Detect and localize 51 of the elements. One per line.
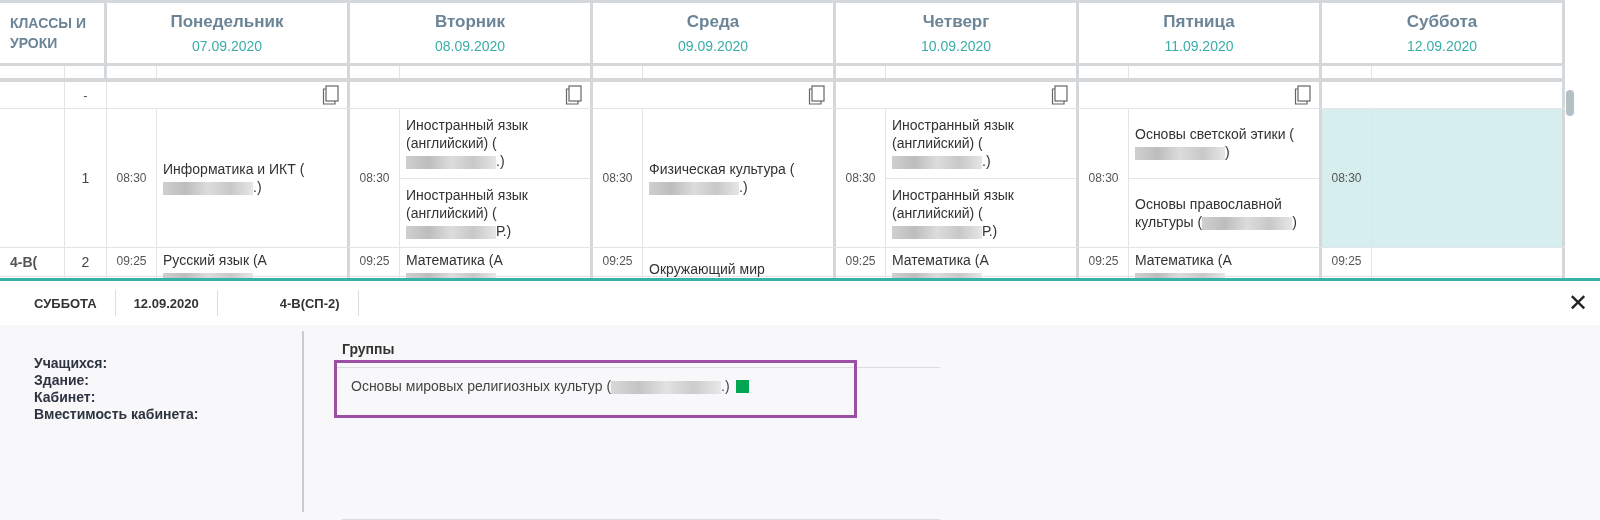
copy-icon[interactable] bbox=[1050, 85, 1068, 105]
day-name: Четверг bbox=[922, 12, 990, 32]
day-date: 09.09.2020 bbox=[677, 38, 749, 54]
day-name: Вторник bbox=[434, 12, 506, 32]
copy-icon[interactable] bbox=[807, 85, 825, 105]
lesson-number: 2 bbox=[81, 254, 90, 270]
lesson-number: - bbox=[65, 82, 107, 108]
field-label: Учащихся: bbox=[34, 355, 109, 372]
lesson-entry: Иностранный язык (английский) ( Р.) bbox=[892, 185, 1015, 240]
lesson-entry: Окружающий мир bbox=[649, 260, 765, 278]
lesson-entry: Математика (А bbox=[406, 251, 584, 278]
time-cell: 08:30 bbox=[1079, 109, 1129, 247]
group-item[interactable]: Основы мировых религиозных культур ( .) bbox=[334, 360, 857, 418]
copy-icon[interactable] bbox=[1293, 85, 1311, 105]
highlighted-cell[interactable] bbox=[1372, 109, 1565, 247]
lesson-entry: Математика (А bbox=[1135, 251, 1313, 278]
column-header: КЛАССЫ И УРОКИ bbox=[10, 14, 87, 53]
lesson-entry: Информатика и ИКТ ( .) bbox=[163, 160, 306, 196]
day-name: Суббота bbox=[1406, 12, 1478, 32]
copy-icon[interactable] bbox=[564, 85, 582, 105]
close-button[interactable]: ✕ bbox=[1562, 289, 1594, 317]
day-date: 10.09.2020 bbox=[920, 38, 992, 54]
day-date: 12.09.2020 bbox=[1406, 38, 1478, 54]
lesson-entry: Иностранный язык (английский) ( .) bbox=[406, 116, 529, 171]
time-cell: 08:30 bbox=[593, 109, 643, 247]
day-date: 08.09.2020 bbox=[434, 38, 506, 54]
day-date: 07.09.2020 bbox=[191, 38, 263, 54]
lesson-number: 1 bbox=[81, 170, 90, 186]
group-name: Основы мировых религиозных культур ( .) bbox=[351, 378, 730, 394]
time-cell: 08:30 bbox=[1322, 109, 1372, 247]
lesson-entry: Русский язык (А bbox=[163, 251, 341, 278]
day-name: Понедельник bbox=[170, 12, 284, 32]
day-name: Пятница bbox=[1163, 12, 1235, 32]
day-name: Среда bbox=[686, 12, 740, 32]
lesson-entry: Иностранный язык (английский) ( Р.) bbox=[406, 185, 529, 240]
field-label: Здание: bbox=[34, 372, 90, 389]
time-cell: 08:30 bbox=[107, 109, 157, 247]
day-date: 11.09.2020 bbox=[1164, 38, 1234, 54]
lesson-entry: Математика (А bbox=[892, 251, 1070, 278]
lesson-entry: Иностранный язык (английский) ( .) bbox=[892, 116, 1015, 171]
lesson-entry: Основы православной культуры ( ) bbox=[1135, 194, 1298, 231]
class-label: 4-В( bbox=[10, 254, 38, 270]
time-cell: 08:30 bbox=[350, 109, 400, 247]
copy-icon[interactable] bbox=[321, 85, 339, 105]
section-title: Группы bbox=[334, 339, 940, 368]
lesson-entry: Основы светской этики ( ) bbox=[1135, 125, 1295, 162]
lesson-entry: Физическая культура ( .) bbox=[649, 160, 796, 196]
time-cell: 08:30 bbox=[836, 109, 886, 247]
scrollbar-thumb[interactable] bbox=[1566, 90, 1574, 116]
field-label: Кабинет: bbox=[34, 389, 97, 406]
field-label: Вместимость кабинета: bbox=[34, 406, 200, 423]
